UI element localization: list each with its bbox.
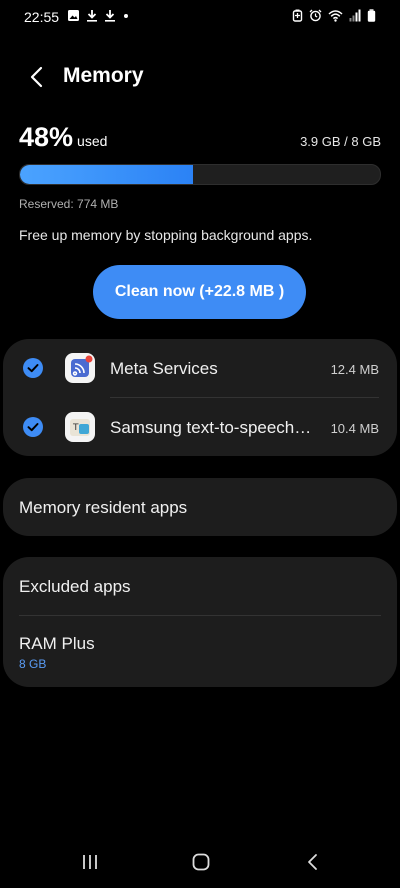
usage-amount: 3.9 GB / 8 GB (300, 134, 381, 149)
description: Free up memory by stopping background ap… (19, 227, 313, 243)
list-item[interactable]: T Samsung text-to-speech… 10.4 MB (3, 398, 397, 456)
usage-used-label: used (77, 133, 108, 149)
status-time: 22:55 (24, 9, 60, 25)
status-notification-icons (67, 9, 128, 22)
clean-now-button[interactable]: Clean now (+22.8 MB ) (93, 265, 306, 319)
checkbox[interactable] (23, 417, 43, 437)
background-apps-list: Meta Services 12.4 MB T Samsung text-to-… (3, 339, 397, 456)
app-size: 12.4 MB (330, 362, 379, 377)
download-icon (87, 10, 97, 22)
settings-group: Excluded apps RAM Plus 8 GB (3, 557, 397, 687)
memory-resident-apps-label: Memory resident apps (19, 498, 188, 517)
dot-icon (124, 13, 128, 18)
app-name: Meta Services (110, 359, 218, 378)
navigation-bar (0, 842, 400, 882)
status-system-icons (292, 9, 376, 22)
signal-icon (349, 9, 361, 22)
excluded-apps-item[interactable]: Excluded apps (3, 557, 397, 615)
ram-plus-label: RAM Plus (19, 634, 95, 653)
svg-text:T: T (72, 423, 79, 433)
meta-services-icon (65, 353, 95, 383)
memory-usage-bar-fill (20, 165, 193, 184)
download-icon (105, 10, 115, 22)
memory-usage-summary: 48% used 3.9 GB / 8 GB (19, 122, 381, 158)
image-icon (68, 10, 79, 21)
check-icon (27, 423, 39, 432)
home-icon (192, 853, 210, 871)
status-bar: 22:55 (0, 0, 400, 36)
memory-resident-apps-item[interactable]: Memory resident apps (3, 478, 397, 536)
back-nav-button[interactable] (298, 850, 328, 874)
excluded-apps-label: Excluded apps (19, 577, 131, 596)
page-title: Memory (63, 64, 144, 87)
reserved-memory: Reserved: 774 MB (19, 197, 119, 211)
list-item[interactable]: Meta Services 12.4 MB (3, 339, 397, 397)
samsung-tts-icon: T (65, 412, 95, 442)
back-icon (308, 854, 317, 870)
check-icon (27, 364, 39, 373)
home-button[interactable] (186, 850, 216, 874)
wifi-icon (328, 10, 343, 22)
alarm-icon (309, 9, 322, 22)
recents-button[interactable] (75, 850, 105, 874)
memory-usage-bar (19, 164, 381, 185)
usage-percent: 48% (19, 122, 74, 152)
chevron-left-icon (30, 66, 43, 88)
app-size: 10.4 MB (330, 421, 379, 436)
checkbox[interactable] (23, 358, 43, 378)
app-name: Samsung text-to-speech… (110, 418, 312, 437)
recents-icon (83, 855, 97, 869)
battery-saver-icon (292, 9, 303, 22)
header: Memory (0, 62, 400, 92)
battery-icon (367, 9, 376, 22)
back-button[interactable] (24, 64, 50, 90)
ram-plus-item[interactable]: RAM Plus 8 GB (3, 616, 397, 687)
ram-plus-value: 8 GB (19, 657, 47, 671)
